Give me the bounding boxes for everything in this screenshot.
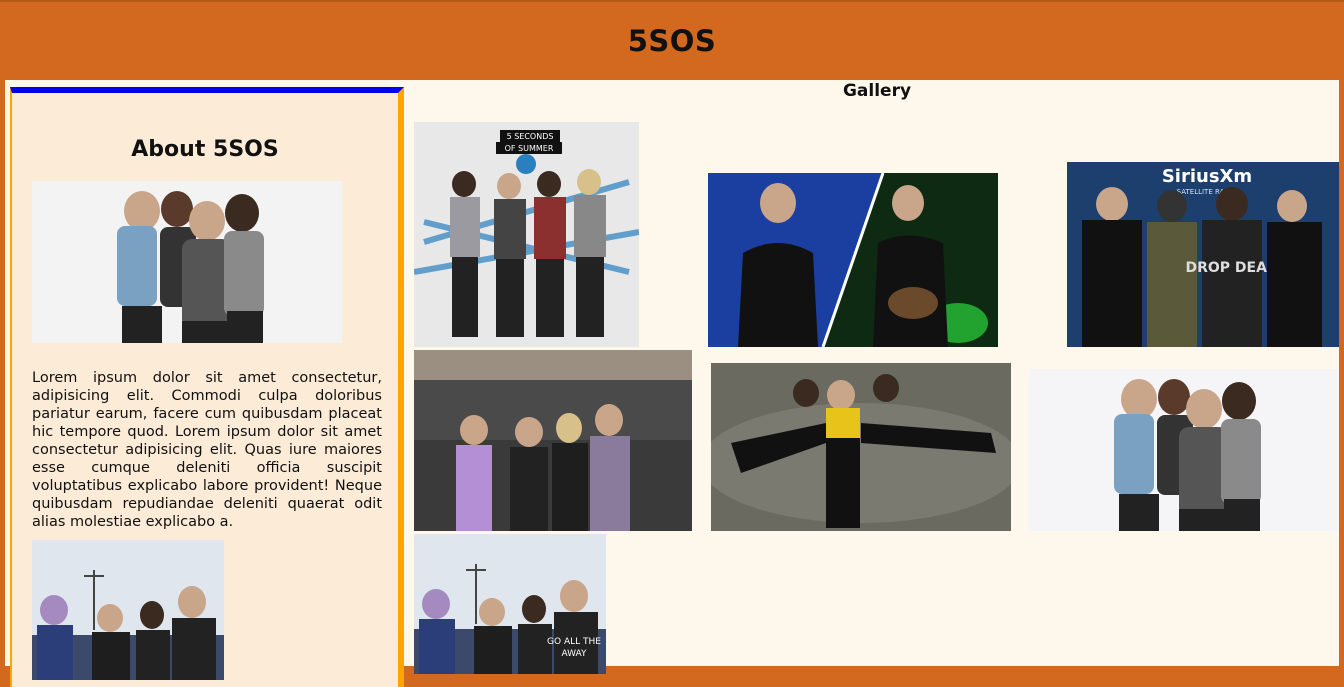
- gallery-image-concert-split: [708, 173, 998, 347]
- band-photo-white-bg: [32, 181, 342, 343]
- gallery-title: Gallery: [842, 81, 912, 101]
- gallery-image-album-cover: 5 SECONDS OF SUMMER: [414, 122, 639, 347]
- gallery-image-crowd-selfie: [414, 350, 692, 531]
- gallery-image-white-bg-group: [1029, 369, 1339, 531]
- svg-text:AWAY: AWAY: [561, 649, 587, 659]
- about-paragraph: Lorem ipsum dolor sit amet consectetur, …: [32, 370, 382, 530]
- about-sidebar: About 5SOS Lorem ipsum dolor sit amet co…: [10, 87, 404, 687]
- site-header: 5SOS: [0, 0, 1344, 80]
- svg-text:SiriusXm: SiriusXm: [1162, 166, 1252, 187]
- gallery-image-floor-pose: [711, 363, 1011, 531]
- svg-text:5 SECONDS: 5 SECONDS: [507, 132, 554, 141]
- gallery-image-outdoor: GO ALL THE AWAY: [414, 534, 606, 674]
- svg-text:DROP DEAD: DROP DEAD: [1185, 260, 1278, 276]
- main-content: About 5SOS Lorem ipsum dolor sit amet co…: [5, 80, 1339, 687]
- svg-text:OF SUMMER: OF SUMMER: [505, 144, 554, 153]
- site-title: 5SOS: [627, 24, 717, 58]
- band-photo-outdoor: [32, 540, 224, 680]
- gallery-image-siriusxm: SiriusXm SATELLITE RADIO DROP DEAD: [1067, 162, 1339, 347]
- about-heading: About 5SOS: [131, 137, 279, 162]
- svg-text:GO ALL THE: GO ALL THE: [547, 637, 601, 647]
